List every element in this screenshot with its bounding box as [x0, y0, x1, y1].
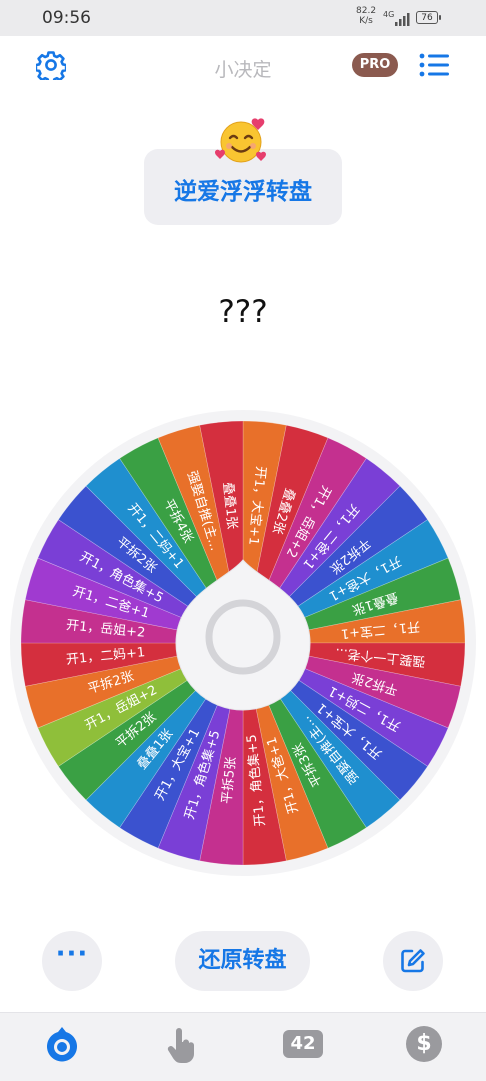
top-bar: 小决定 PRO — [0, 36, 486, 98]
net-speed-value: 82.2 — [356, 6, 377, 16]
count-badge[interactable]: 42 — [283, 1030, 323, 1058]
restore-wheel-button[interactable]: 还原转盘 — [175, 931, 310, 991]
spin-wheel[interactable]: 开1，大宝+1 叠叠2张 开1，岳姐+2 开1，二爸+1 平拆2张 开1，大爸+1 叠叠1张… — [10, 410, 476, 876]
more-button[interactable]: ··· — [42, 931, 102, 991]
network-type: 4G — [383, 10, 395, 19]
wheel-icon[interactable] — [42, 1025, 82, 1065]
status-time: 09:56 — [42, 8, 91, 28]
bottom-nav: 42 $ — [0, 1012, 486, 1081]
battery-icon: 76 — [416, 11, 441, 24]
net-speed-unit: K/s — [359, 16, 373, 26]
list-icon[interactable] — [419, 53, 449, 77]
action-row: ··· 还原转盘 — [0, 930, 486, 992]
edit-icon — [401, 949, 425, 973]
signal-icon — [395, 13, 410, 26]
dollar-icon[interactable]: $ — [406, 1026, 442, 1062]
smiling-face-with-hearts-icon — [215, 118, 266, 163]
hand-pointer-icon[interactable] — [162, 1025, 202, 1065]
more-dots-icon: ··· — [55, 939, 89, 969]
wheel-title: 逆爱浮浮转盘 — [174, 179, 312, 205]
wheel-graphic[interactable]: 开1，大宝+1 叠叠2张开1，岳姐+2开1，二爸+1平拆2张开1，大爸+1叠叠1张… — [10, 410, 476, 876]
pro-badge[interactable]: PRO — [352, 53, 398, 77]
status-net-speed: 82.2 K/s — [356, 6, 376, 26]
result-text: ??? — [218, 294, 268, 330]
app-title: 小决定 — [214, 59, 272, 81]
edit-button[interactable] — [383, 931, 443, 991]
status-bar: 09:56 82.2 K/s 4G 76 — [0, 0, 486, 36]
